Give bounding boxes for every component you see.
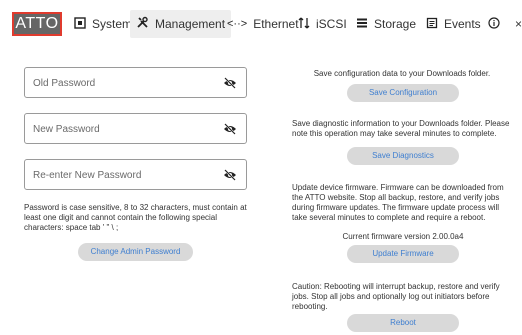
tab-management[interactable]: Management: [130, 10, 232, 38]
tab-management-label: Management: [155, 17, 226, 31]
wrench-tools-icon: [136, 16, 149, 32]
atto-logo[interactable]: ATTO: [12, 12, 62, 36]
reenter-password-input[interactable]: [25, 160, 215, 191]
eye-slash-icon[interactable]: [223, 76, 237, 89]
save-configuration-button[interactable]: Save Configuration: [347, 84, 459, 102]
firmware-version: Current firmware version 2.00.0a4: [342, 232, 464, 241]
close-icon: ×: [515, 17, 522, 31]
tab-system-label: System: [92, 17, 133, 31]
reboot-button[interactable]: Reboot: [347, 314, 459, 332]
new-password-field[interactable]: [24, 113, 247, 145]
tab-iscsi-label: iSCSI: [316, 17, 347, 31]
old-password-field[interactable]: [24, 67, 247, 99]
new-password-input[interactable]: [25, 114, 215, 145]
top-nav-bar: ATTO System Management <··> Ethernet iSC…: [0, 0, 522, 46]
save-diagnostics-button[interactable]: Save Diagnostics: [347, 147, 459, 165]
system-icon: [74, 16, 86, 32]
tab-system[interactable]: System: [74, 14, 132, 34]
tab-ethernet[interactable]: <··> Ethernet: [227, 14, 299, 34]
tab-ethernet-label: Ethernet: [253, 17, 299, 31]
ethernet-icon: <··>: [227, 18, 248, 30]
eye-slash-icon[interactable]: [223, 168, 237, 181]
storage-icon: [356, 17, 368, 32]
close-button[interactable]: ×: [515, 14, 522, 34]
old-password-input[interactable]: [25, 68, 215, 99]
info-icon: [488, 16, 500, 32]
save-diagnostics-description: Save diagnostic information to your Down…: [292, 119, 510, 138]
firmware-description: Update device firmware. Firmware can be …: [292, 183, 504, 222]
tab-storage[interactable]: Storage: [356, 14, 416, 34]
update-firmware-button[interactable]: Update Firmware: [347, 245, 459, 263]
password-help-text: Password is case sensitive, 8 to 32 char…: [24, 203, 247, 232]
tab-iscsi[interactable]: iSCSI: [298, 14, 347, 34]
eye-slash-icon[interactable]: [223, 122, 237, 135]
tab-storage-label: Storage: [374, 17, 417, 31]
tab-events[interactable]: Events: [426, 14, 481, 34]
reenter-password-field[interactable]: [24, 159, 247, 191]
save-config-description: Save configuration data to your Download…: [313, 69, 491, 78]
info-button[interactable]: [488, 14, 500, 34]
reboot-caution-text: Caution: Rebooting will interrupt backup…: [292, 282, 500, 311]
events-icon: [426, 17, 438, 32]
tab-events-label: Events: [444, 17, 481, 31]
change-admin-password-button[interactable]: Change Admin Password: [78, 243, 193, 261]
iscsi-icon: [298, 17, 310, 32]
